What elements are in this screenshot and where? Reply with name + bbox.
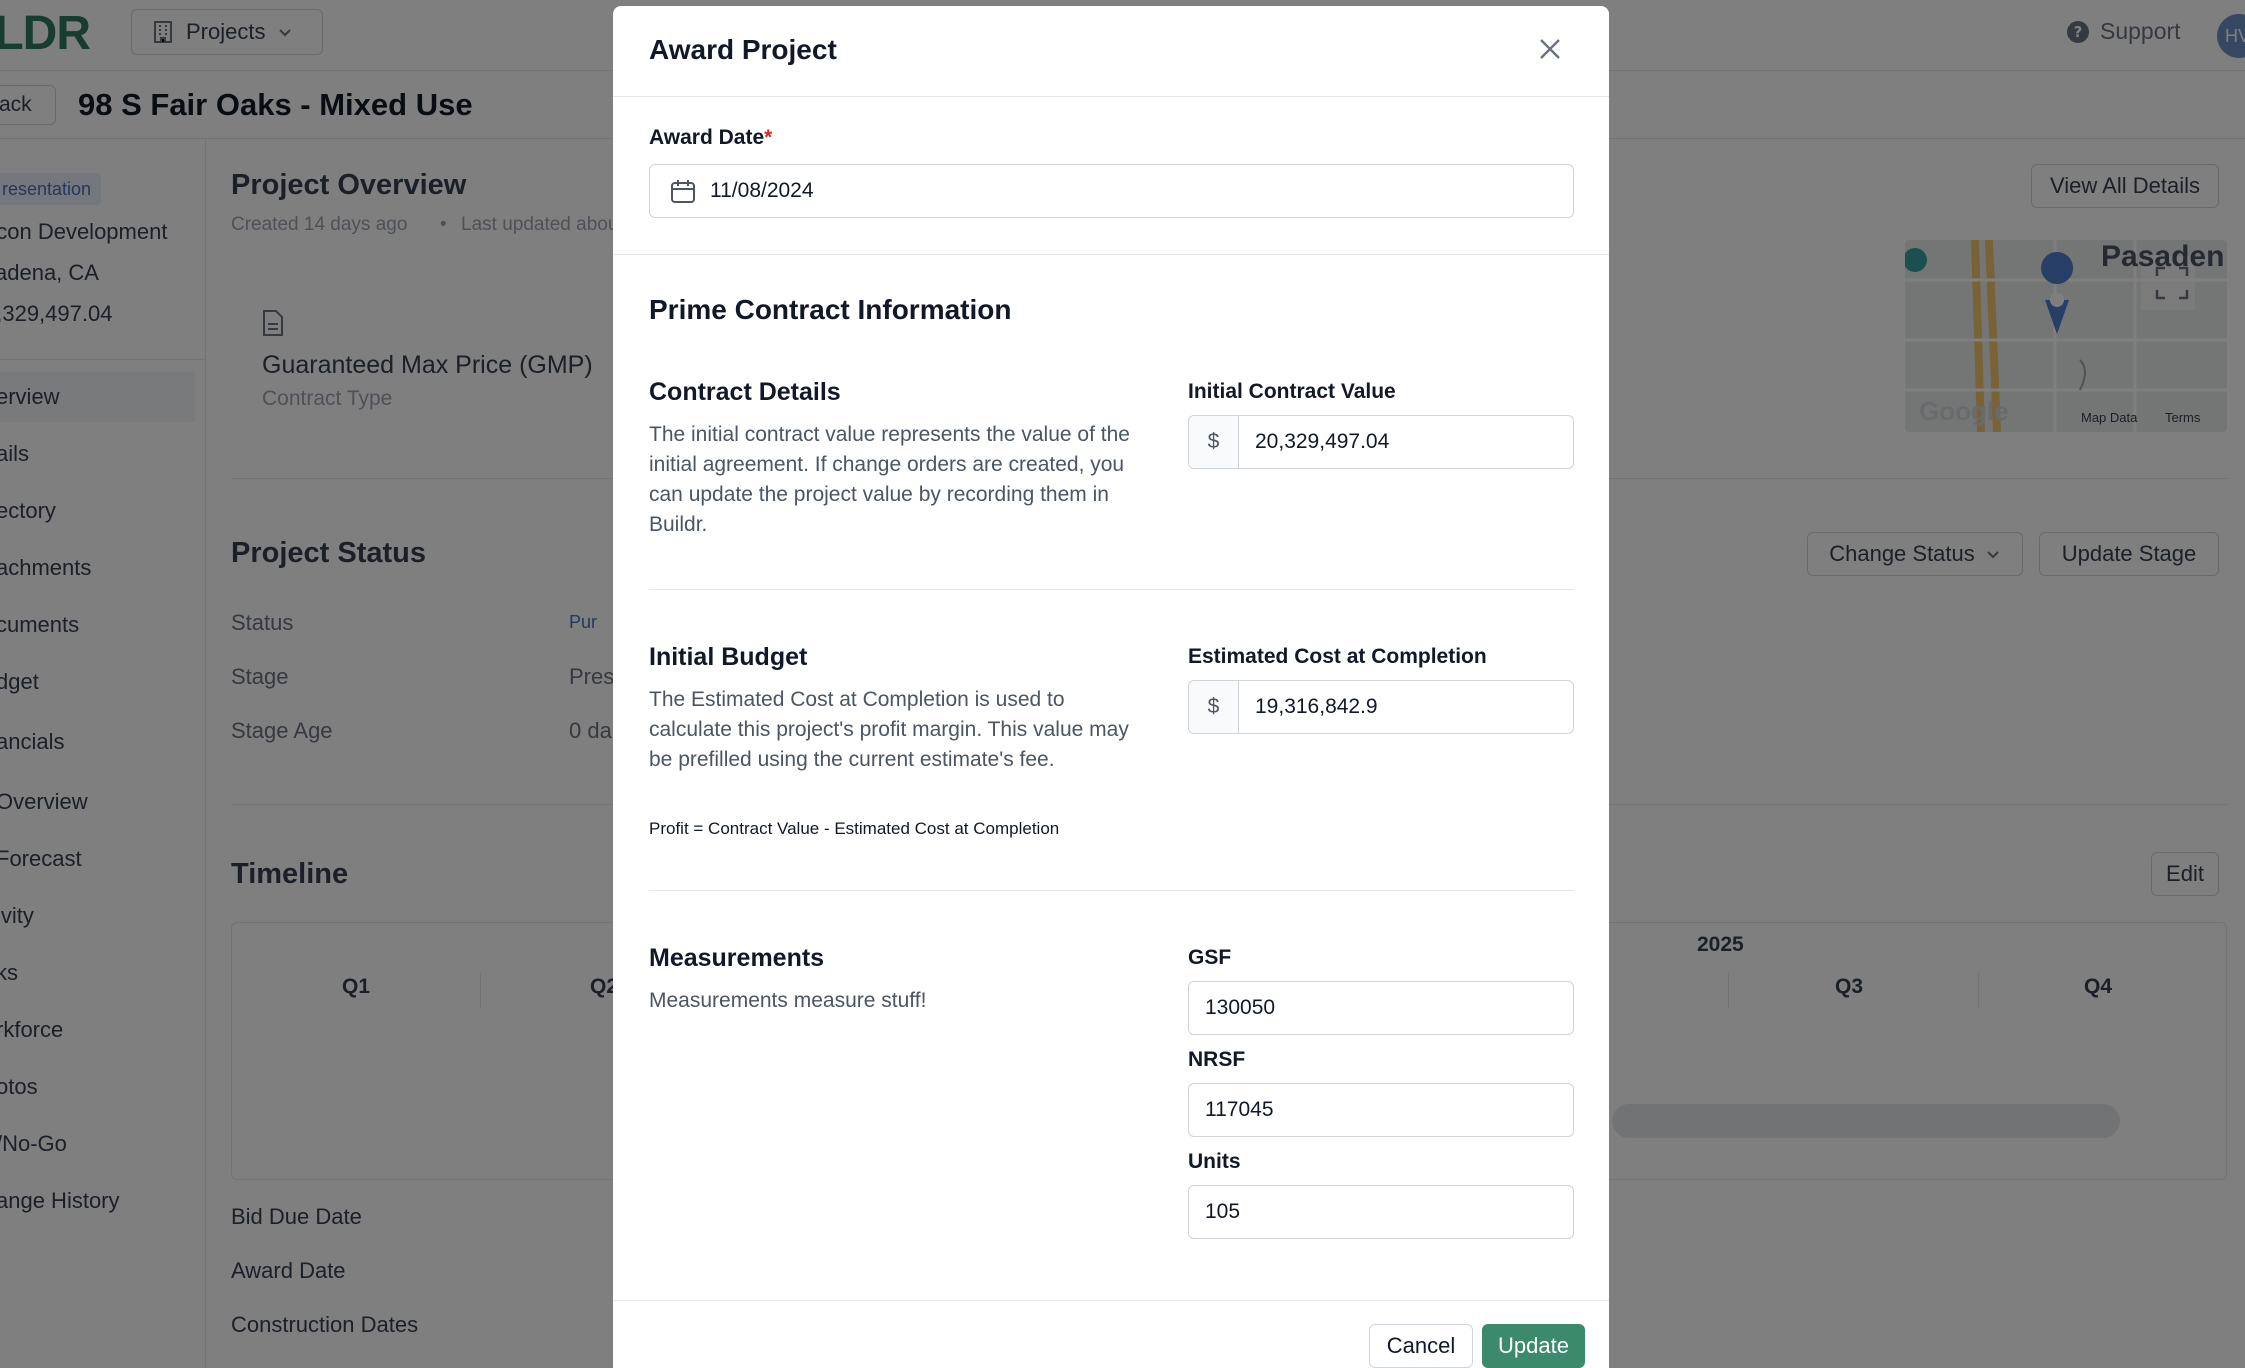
gsf-field[interactable]: 130050: [1188, 981, 1574, 1035]
prime-contract-heading: Prime Contract Information: [649, 294, 1012, 325]
currency-prefix: $: [1189, 416, 1239, 468]
measurements-heading: Measurements: [649, 944, 825, 972]
initial-budget-description: The Estimated Cost at Completion is used…: [649, 688, 1129, 771]
calendar-icon: [671, 180, 695, 203]
close-icon: [1540, 39, 1560, 59]
estimated-cost-field[interactable]: $ 19,316,842.9: [1188, 680, 1574, 734]
initial-budget-heading: Initial Budget: [649, 643, 808, 671]
contract-details-heading: Contract Details: [649, 378, 841, 406]
profit-formula: Profit = Contract Value - Estimated Cost…: [649, 819, 1060, 838]
nrsf-field[interactable]: 117045: [1188, 1083, 1574, 1137]
update-button[interactable]: Update: [1482, 1324, 1585, 1368]
modal-footer: Cancel Update: [613, 1300, 1609, 1368]
award-date-label: Award Date*: [649, 126, 772, 150]
units-value: 105: [1205, 1200, 1241, 1223]
required-mark: *: [764, 126, 773, 149]
currency-prefix: $: [1189, 681, 1239, 733]
nrsf-value: 117045: [1205, 1098, 1274, 1121]
measurements-description: Measurements measure stuff!: [649, 989, 927, 1012]
award-date-value: 11/08/2024: [710, 179, 814, 202]
units-field[interactable]: 105: [1188, 1185, 1574, 1239]
section-divider: [649, 890, 1574, 891]
section-divider: [649, 589, 1574, 590]
initial-contract-value: 20,329,497.04: [1255, 430, 1390, 453]
modal-title: Award Project: [649, 34, 837, 65]
contract-details-description: The initial contract value represents th…: [649, 423, 1130, 536]
estimated-cost-value: 19,316,842.9: [1255, 695, 1378, 718]
initial-contract-value-label: Initial Contract Value: [1188, 380, 1396, 403]
nrsf-label: NRSF: [1188, 1048, 1246, 1071]
cancel-button[interactable]: Cancel: [1369, 1324, 1473, 1368]
units-label: Units: [1188, 1150, 1241, 1173]
gsf-label: GSF: [1188, 946, 1232, 969]
gsf-value: 130050: [1205, 996, 1276, 1019]
section-divider: [613, 254, 1609, 255]
award-date-field[interactable]: 11/08/2024: [649, 164, 1574, 218]
estimated-cost-label: Estimated Cost at Completion: [1188, 645, 1487, 668]
award-project-modal: Award Project Award Date* 11/08/2024 Pri…: [613, 6, 1609, 1368]
modal-header: Award Project: [613, 6, 1609, 97]
award-date-label-text: Award Date: [649, 126, 765, 149]
close-button[interactable]: [1533, 32, 1567, 66]
initial-contract-value-field[interactable]: $ 20,329,497.04: [1188, 415, 1574, 469]
